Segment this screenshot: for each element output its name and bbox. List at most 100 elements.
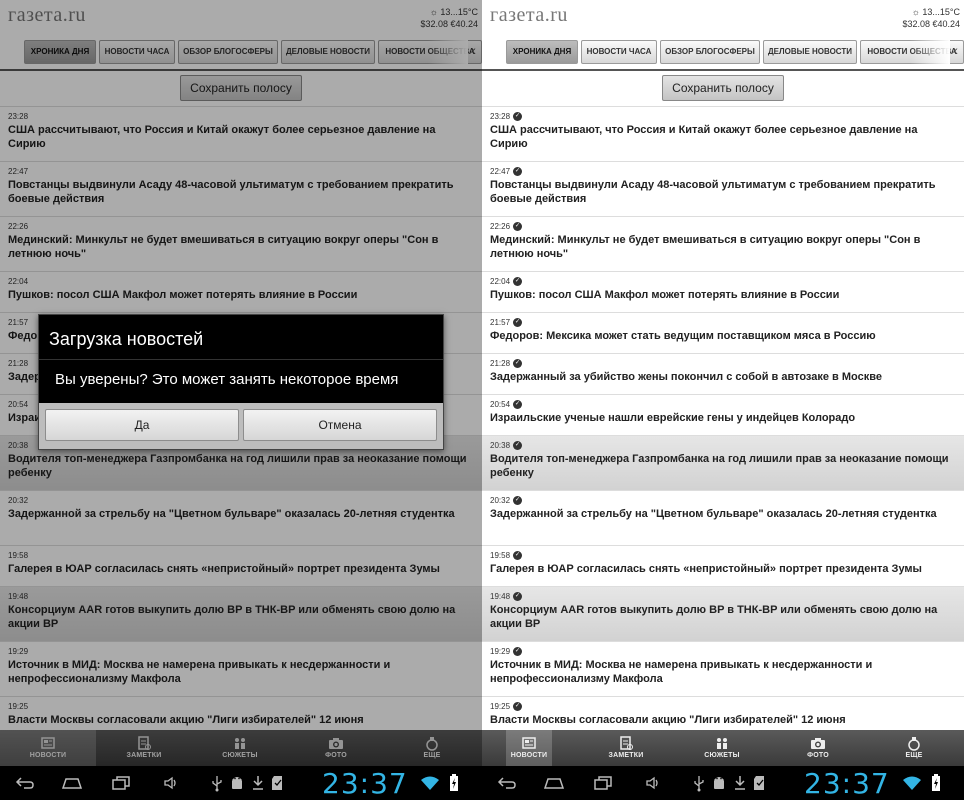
read-check-icon: ✓	[513, 277, 523, 286]
android-debug-icon	[714, 777, 724, 789]
read-check-icon: ✓	[513, 359, 523, 368]
sd-card-icon	[272, 776, 282, 790]
dialog-message: Вы уверены? Это может занять некоторое в…	[55, 371, 399, 388]
nav-label: ЕЩЕ	[905, 752, 923, 759]
dialog-title: Загрузка новостей	[49, 329, 204, 349]
weather-icon: ☼	[911, 7, 920, 17]
chevron-left-icon[interactable]: ‹	[953, 42, 958, 58]
news-title: Галерея в ЮАР согласилась снять «неприст…	[490, 563, 922, 575]
news-title: Федоров: Мексика может стать ведущим пос…	[490, 330, 876, 342]
news-item[interactable]: 22:04 ✓ Пушков: посол США Макфол может по…	[482, 272, 964, 313]
news-title: Задержанный за убийство жены покончил с …	[490, 371, 882, 383]
status-clock: 23:37	[322, 767, 408, 800]
news-item[interactable]: 19:48 ✓ Консорциум AAR готов выкупить дол…	[482, 587, 964, 642]
news-title: Пушков: посол США Макфол может потерять …	[490, 289, 840, 301]
news-time: 20:32	[490, 496, 511, 505]
nav-label: СЮЖЕТЫ	[704, 752, 740, 759]
weather-temp: 13...15°C	[922, 7, 960, 17]
home-icon[interactable]	[60, 774, 84, 792]
stories-icon	[717, 738, 727, 749]
logo: газета.ru	[490, 4, 568, 26]
news-item[interactable]: 19:58 ✓ Галерея в ЮАР согласилась снять «…	[482, 546, 964, 587]
android-debug-icon	[232, 777, 242, 789]
news-title: Консорциум AAR готов выкупить долю BP в …	[490, 604, 938, 630]
news-item[interactable]: 22:26 ✓ Мединский: Минкульт не будет вмеш…	[482, 217, 964, 272]
left-screen: газета.ru ☼ 13...15°C $32.08 €40.24 ХРОН…	[0, 0, 482, 800]
nav-label: НОВОСТИ	[510, 752, 548, 759]
tab-fade	[910, 40, 950, 64]
nav-photo[interactable]: ФОТО	[770, 730, 866, 766]
news-title: Водителя топ-менеджера Газпромбанка на г…	[490, 453, 949, 479]
news-item[interactable]: 19:29 ✓ Источник в МИД: Москва не намерен…	[482, 642, 964, 697]
tab-blogosphere[interactable]: ОБЗОР БЛОГОСФЕРЫ	[660, 40, 760, 64]
wifi-icon	[903, 776, 921, 790]
news-item[interactable]: 20:38 ✓ Водителя топ-менеджера Газпромбан…	[482, 436, 964, 491]
news-time: 22:47	[490, 167, 511, 176]
download-icon	[735, 776, 745, 790]
read-check-icon: ✓	[513, 702, 523, 711]
nav-notes[interactable]: ЗАМЕТКИ	[578, 730, 674, 766]
news-item[interactable]: 22:47 ✓ Повстанцы выдвинули Асаду 48-часо…	[482, 162, 964, 217]
news-title: Источник в МИД: Москва не намерена привы…	[490, 659, 873, 685]
dialog-divider	[39, 359, 443, 360]
usb-icon	[212, 776, 222, 792]
tab-hour-news[interactable]: НОВОСТИ ЧАСА	[581, 40, 657, 64]
read-check-icon: ✓	[513, 318, 523, 327]
news-item[interactable]: 20:32 ✓ Задержанной за стрельбу на "Цветн…	[482, 491, 964, 546]
news-title: Израильские ученые нашли еврейские гены …	[490, 412, 856, 424]
battery-icon	[932, 774, 940, 791]
volume-icon[interactable]	[644, 774, 662, 792]
section-tabs: ХРОНИКА ДНЯ НОВОСТИ ЧАСА ОБЗОР БЛОГОСФЕР…	[482, 40, 964, 64]
read-check-icon: ✓	[513, 647, 523, 656]
read-check-icon: ✓	[513, 400, 523, 409]
nav-stories[interactable]: СЮЖЕТЫ	[674, 730, 770, 766]
news-time: 19:58	[490, 551, 511, 560]
news-item[interactable]: 21:28 ✓ Задержанный за убийство жены поко…	[482, 354, 964, 395]
camera-icon	[811, 738, 825, 749]
sd-card-icon	[754, 776, 764, 790]
news-title: Повстанцы выдвинули Асаду 48-часовой уль…	[490, 179, 936, 205]
nav-news[interactable]: НОВОСТИ	[506, 730, 552, 766]
news-item[interactable]: 21:57 ✓ Федоров: Мексика может стать веду…	[482, 313, 964, 354]
recent-apps-icon[interactable]	[592, 774, 614, 792]
news-title: США рассчитывают, что Россия и Китай ока…	[490, 124, 918, 150]
news-time: 22:04	[490, 277, 511, 286]
news-time: 19:48	[490, 592, 511, 601]
back-icon[interactable]	[14, 774, 36, 792]
news-time: 21:57	[490, 318, 511, 327]
news-time: 23:28	[490, 112, 511, 121]
news-item[interactable]: 20:54 ✓ Израильские ученые нашли еврейски…	[482, 395, 964, 436]
bottom-nav: НОВОСТИ ЗАМЕТКИ СЮЖЕТЫ ФОТО ЕЩЕ	[482, 730, 964, 766]
recent-apps-icon[interactable]	[110, 774, 132, 792]
news-title: Мединский: Минкульт не будет вмешиваться…	[490, 234, 921, 260]
home-icon[interactable]	[542, 774, 566, 792]
news-time: 19:29	[490, 647, 511, 656]
exchange-rates: $32.08 €40.24	[902, 19, 960, 29]
dialog-button-bar: Да Отмена	[39, 403, 443, 449]
read-check-icon: ✓	[513, 441, 523, 450]
volume-icon[interactable]	[162, 774, 180, 792]
system-bar: 23:37	[0, 766, 482, 800]
nav-label: ФОТО	[807, 752, 829, 759]
nav-label: ЗАМЕТКИ	[608, 752, 644, 759]
news-time: 22:26	[490, 222, 511, 231]
dialog-ok-button[interactable]: Да	[45, 409, 239, 441]
read-check-icon: ✓	[513, 551, 523, 560]
dialog-cancel-button[interactable]: Отмена	[243, 409, 437, 441]
news-title: Власти Москвы согласовали акцию "Лиги из…	[490, 714, 846, 726]
nav-more[interactable]: ЕЩЕ	[866, 730, 962, 766]
read-check-icon: ✓	[513, 592, 523, 601]
weather-widget: ☼ 13...15°C $32.08 €40.24	[902, 6, 960, 30]
news-time: 20:54	[490, 400, 511, 409]
tab-business-news[interactable]: ДЕЛОВЫЕ НОВОСТИ	[763, 40, 857, 64]
save-page-button[interactable]: Сохранить полосу	[662, 75, 784, 101]
right-screen: газета.ru ☼ 13...15°C $32.08 €40.24 ХРОН…	[482, 0, 964, 800]
tab-chronicle[interactable]: ХРОНИКА ДНЯ	[506, 40, 578, 64]
read-check-icon: ✓	[513, 496, 523, 505]
back-icon[interactable]	[496, 774, 518, 792]
news-item[interactable]: 23:28 ✓ США рассчитывают, что Россия и Ки…	[482, 107, 964, 162]
news-icon	[522, 737, 536, 749]
news-item[interactable]: 19:25 ✓ Власти Москвы согласовали акцию "…	[482, 697, 964, 730]
battery-icon	[450, 774, 458, 791]
usb-icon	[694, 776, 704, 792]
